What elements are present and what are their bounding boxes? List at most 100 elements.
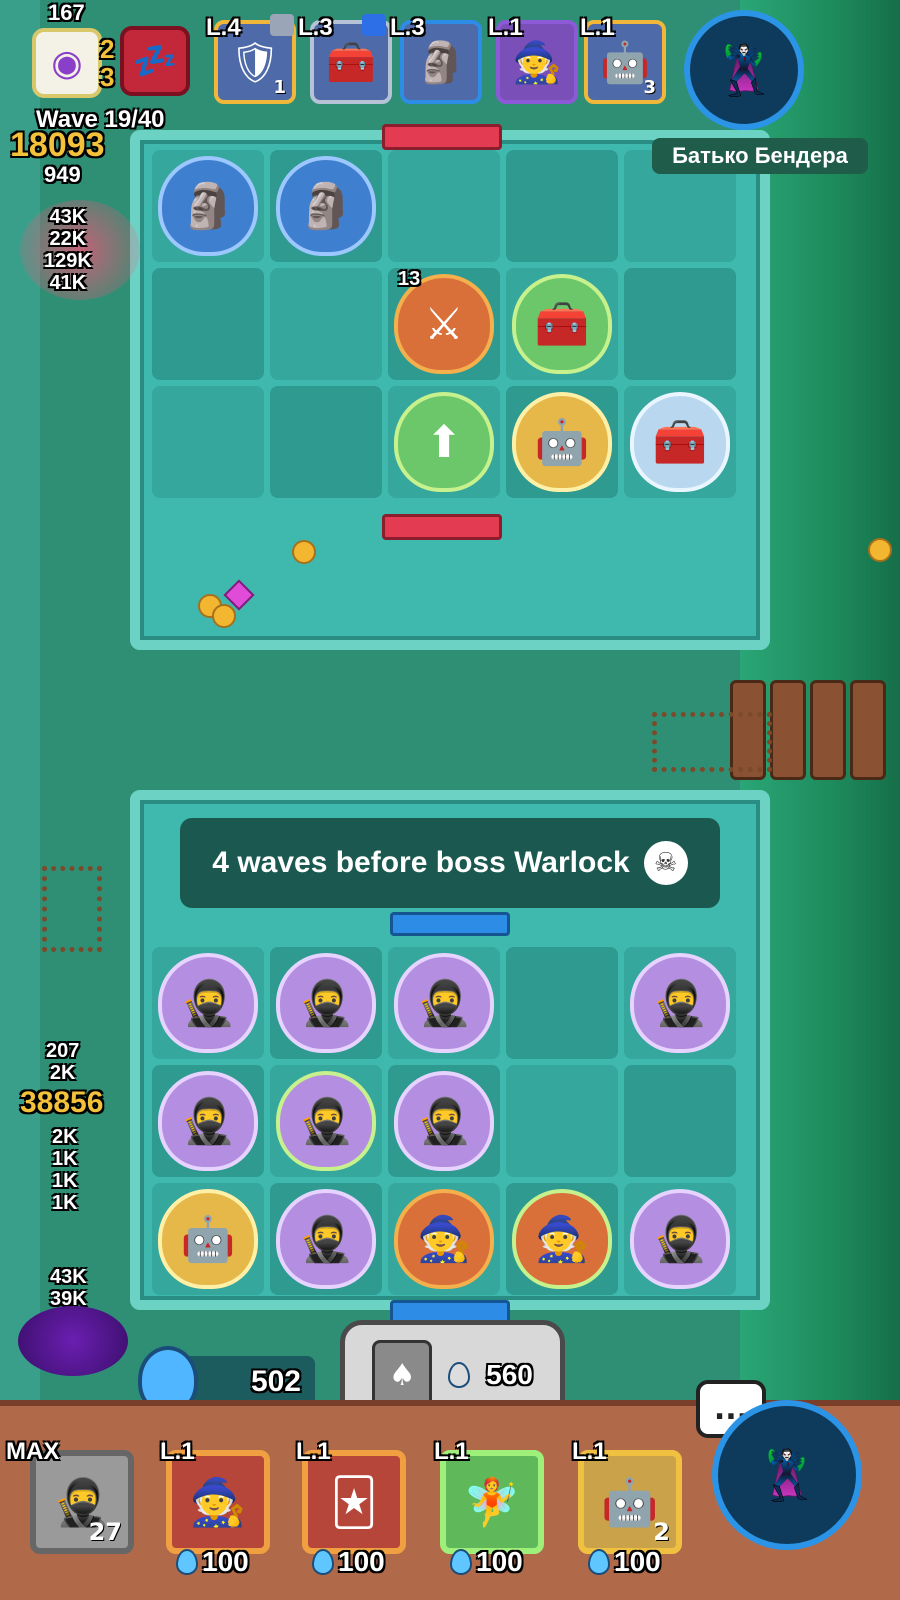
grid-cell [388, 150, 500, 262]
hero-portrait-icon: ◉ [51, 42, 83, 84]
hooded-hero-icon[interactable]: 🥷 [394, 1071, 494, 1171]
side-digit: 2 [100, 34, 115, 64]
mana-drop-icon [588, 1549, 610, 1575]
grid-cell [152, 386, 264, 498]
villain-portrait-icon: 🦹 [757, 1447, 817, 1504]
damage-number: 1K [52, 1148, 78, 1170]
hooded-hero-icon[interactable]: 🥷 [158, 953, 258, 1053]
grid-cell [506, 150, 618, 262]
fire-mage-icon[interactable]: 🧙 [512, 1189, 612, 1289]
card-level: L.1 [572, 1438, 607, 1465]
card-count: 2 [653, 1518, 670, 1546]
sleep-icon: 💤 [132, 41, 178, 82]
villain-portrait-icon: 🦹 [714, 42, 774, 99]
grid-cell [152, 268, 264, 380]
grid-cell[interactable]: 🥷 [152, 1065, 264, 1177]
opponent-name: Батько Бендера [652, 138, 868, 174]
player-damage-list-upper: 207 2K [46, 1040, 79, 1084]
grid-cell [270, 386, 382, 498]
grid-cell[interactable]: 🥷 [270, 1065, 382, 1177]
hooded-hero-icon[interactable]: 🥷 [630, 953, 730, 1053]
grid-cell: 🗿 [270, 150, 382, 262]
frost-robot-icon[interactable]: 🤖 [158, 1189, 258, 1289]
player-avatar[interactable]: 🦹 [712, 1400, 862, 1550]
frost-robot-icon: 🤖 [512, 392, 612, 492]
fire-mage-icon: 🧙 [189, 1474, 247, 1529]
damage-number: 43K [50, 1266, 87, 1288]
grid-cell: 🤖 [506, 386, 618, 498]
damage-number: 1K [52, 1170, 78, 1192]
upgrade-arrow-icon: ⬆ [394, 392, 494, 492]
card-level: L.3 [298, 14, 333, 41]
left-wall [0, 0, 40, 1400]
frost-robot-icon: 🤖 [601, 1474, 659, 1529]
merge-badge: 13 [398, 268, 421, 290]
mana-drop-icon [312, 1549, 334, 1575]
mana-drop-icon [176, 1549, 198, 1575]
hooded-hero-icon[interactable]: 🥷 [276, 1189, 376, 1289]
grid-cell[interactable]: 🥷 [388, 947, 500, 1059]
iron-grate [652, 712, 772, 772]
grid-cell[interactable] [506, 1065, 618, 1177]
hooded-hero-icon[interactable]: 🥷 [276, 1071, 376, 1171]
card-level: MAX [6, 1438, 60, 1465]
damage-number: 41K [49, 272, 87, 294]
grid-cell[interactable]: 🥷 [270, 1183, 382, 1295]
mana-drop-icon [448, 1362, 471, 1388]
card-count: 3 [643, 77, 656, 98]
grid-cell[interactable] [506, 947, 618, 1059]
warlock-boss-icon: ☠ [643, 841, 688, 885]
opponent-score: 18093 [10, 126, 105, 164]
grid-cell[interactable] [624, 1065, 736, 1177]
stone-golem-icon: 🗿 [276, 156, 376, 256]
coin-icon [212, 604, 236, 628]
damage-number: 207 [46, 1040, 80, 1062]
card-level: L.1 [160, 1438, 195, 1465]
chest-icon: 🧰 [630, 392, 730, 492]
banner-text: 4 waves before boss Warlock [212, 846, 630, 879]
player-top-gate [390, 912, 510, 936]
grid-cell[interactable]: 🥷 [388, 1065, 500, 1177]
grid-cell[interactable]: 🥷 [270, 947, 382, 1059]
grid-cell[interactable]: 🤖 [152, 1183, 264, 1295]
opponent-grid: 🗿 🗿 ⚔ 13 🧰 ⬆ 🤖 🧰 [152, 150, 736, 498]
player-score: 38856 [20, 1086, 104, 1119]
summon-cost: 560 [486, 1359, 533, 1390]
stone-golem-icon: 🗿 [158, 156, 258, 256]
grid-cell: 🧰 [506, 268, 618, 380]
card-level: L.3 [390, 14, 425, 41]
hooded-hero-icon[interactable]: 🥷 [276, 953, 376, 1053]
mana-drop-icon [450, 1549, 472, 1575]
hero-ability-button[interactable]: ◉ [32, 28, 102, 98]
player-grid[interactable]: 🥷 🥷 🥷 🥷 🥷 🥷 🥷 🤖 🥷 🧙 🧙 🥷 [152, 947, 736, 1295]
hooded-hero-icon[interactable]: 🥷 [158, 1071, 258, 1171]
stone-golem-icon: 🗿 [416, 39, 466, 86]
hooded-hero-icon[interactable]: 🥷 [394, 953, 494, 1053]
opponent-avatar[interactable]: 🦹 [684, 10, 804, 130]
mana-value: 502 [250, 1365, 301, 1398]
grid-cell[interactable]: 🥷 [624, 1183, 736, 1295]
grid-cell: ⚔ 13 [388, 268, 500, 380]
grid-cell[interactable]: 🧙 [388, 1183, 500, 1295]
card-cost: 100 [312, 1546, 385, 1578]
card-count: 1 [273, 77, 286, 98]
grid-cell[interactable]: 🧙 [506, 1183, 618, 1295]
grid-cell [270, 268, 382, 380]
card-level: L.1 [434, 1438, 469, 1465]
coin-icon [868, 538, 892, 562]
iron-grate [42, 866, 102, 952]
coin-icon [292, 540, 316, 564]
grid-cell: 🧰 [624, 386, 736, 498]
sleep-mana-button[interactable]: 💤 [120, 26, 190, 96]
card-level-prefix-icon [362, 14, 386, 43]
grid-cell [624, 268, 736, 380]
opponent-bottom-gate [382, 514, 502, 540]
wizard-icon: 🧙 [512, 39, 562, 86]
jester-icon: 🃏 [330, 1475, 378, 1529]
fire-mage-icon[interactable]: 🧙 [394, 1189, 494, 1289]
grid-cell[interactable]: 🥷 [152, 947, 264, 1059]
grid-cell[interactable]: 🥷 [624, 947, 736, 1059]
opponent-damage-list: 43K 22K 129K 41K [44, 206, 92, 294]
wave-banner: 4 waves before boss Warlock ☠ [180, 818, 720, 908]
hooded-hero-icon[interactable]: 🥷 [630, 1189, 730, 1289]
